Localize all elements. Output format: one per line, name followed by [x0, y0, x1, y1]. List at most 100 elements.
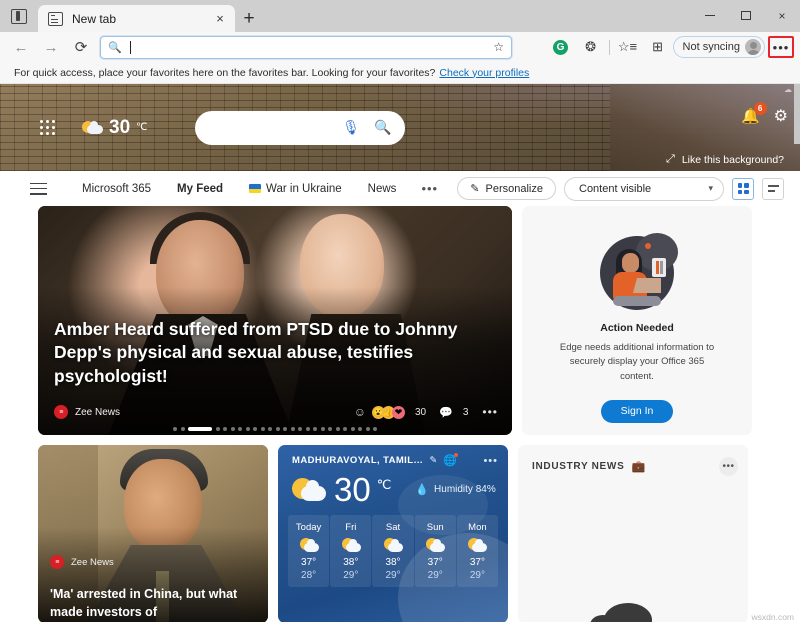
like-background-button[interactable]: ⤢ Like this background? — [666, 153, 784, 166]
comment-icon[interactable]: 💬 — [439, 406, 453, 419]
feed-tab-microsoft-365[interactable]: Microsoft 365 — [69, 183, 164, 195]
forecast-day[interactable]: Mon 37° 29° — [456, 515, 499, 587]
list-view-button[interactable] — [762, 177, 784, 200]
forecast-day[interactable]: Today 37° 28° — [288, 515, 330, 587]
personalize-button[interactable]: ✎ Personalize — [457, 177, 556, 200]
forecast-day[interactable]: Fri 38° 29° — [330, 515, 372, 587]
tab-actions-button[interactable] — [0, 0, 38, 32]
hero-temperature-unit: ℃ — [136, 122, 148, 133]
content-visibility-select[interactable]: Content visible ▾ — [564, 176, 724, 201]
hero-temperature: 30 — [109, 116, 131, 138]
forecast-high: 37° — [469, 557, 485, 568]
feed-tabs-overflow-button[interactable]: ••• — [409, 181, 450, 196]
forecast-day-label: Fri — [345, 522, 357, 533]
feed-card-weather[interactable]: MADHURAVOYAL, TAMIL… ✎ 🌐 ••• 30 ℃ 💧 Humi… — [278, 445, 508, 622]
forecast-low: 29° — [469, 570, 485, 581]
article-source[interactable]: ≡ Zee News — [50, 555, 114, 569]
comment-count: 3 — [462, 406, 469, 418]
back-button[interactable]: ← — [6, 34, 36, 60]
source-name: Zee News — [71, 556, 114, 568]
settings-and-more-button[interactable]: ••• — [768, 36, 794, 58]
search-icon: 🔍 — [108, 41, 122, 54]
hero-weather-widget[interactable]: 30 ℃ — [82, 117, 147, 139]
new-tab-button[interactable]: + — [235, 5, 263, 32]
copilot-button[interactable]: G — [546, 34, 576, 60]
browser-toolbar: ← → ⟳ 🔍 ☆ G ❂ ☆≡ ⊞ Not syncing ••• — [0, 32, 800, 62]
feed-scroll-track[interactable] — [794, 206, 800, 622]
source-name: Zee News — [75, 406, 121, 418]
toolbar-divider — [608, 39, 610, 55]
briefcase-icon: 💼 — [631, 461, 646, 473]
forecast-day[interactable]: Sun 37° 29° — [414, 515, 456, 587]
partly-sunny-icon — [467, 538, 488, 553]
article-source[interactable]: ≡ Zee News — [54, 405, 120, 419]
collections-button[interactable]: ⊞ — [643, 34, 673, 60]
add-favorite-icon[interactable]: ☆ — [493, 40, 504, 54]
address-input[interactable] — [130, 36, 494, 58]
gear-icon[interactable]: ⚙ — [774, 106, 788, 126]
partly-sunny-icon — [299, 538, 319, 553]
toolbar-actions: G ❂ ☆≡ ⊞ Not syncing ••• — [546, 34, 794, 60]
tab-title: New tab — [72, 11, 117, 26]
reaction-emojis[interactable]: 😮 👍 ❤ — [372, 405, 405, 419]
notifications-button[interactable]: 🔔 6 — [741, 101, 767, 126]
newtab-page-icon — [48, 11, 63, 26]
split-screen-button[interactable]: ❂ — [576, 34, 606, 60]
close-tab-button[interactable]: × — [211, 10, 229, 28]
feed-tab-war-in-ukraine[interactable]: War in Ukraine — [236, 183, 355, 195]
address-bar[interactable]: 🔍 ☆ — [100, 35, 512, 59]
hamburger-menu-icon[interactable] — [30, 182, 47, 195]
pencil-icon[interactable]: ✎ — [429, 455, 437, 466]
forecast-high: 38° — [385, 557, 401, 568]
maximize-button[interactable] — [728, 0, 764, 31]
source-logo-icon: ≡ — [54, 405, 68, 419]
copilot-icon: G — [553, 39, 569, 55]
close-window-button[interactable]: × — [764, 0, 800, 31]
feed-card-article-2[interactable]: ≡ Zee News 'Ma' arrested in China, but w… — [38, 445, 268, 622]
forecast-low: 28° — [301, 570, 317, 581]
source-logo-icon: ≡ — [50, 555, 64, 569]
feed-tab-label: War in Ukraine — [266, 182, 342, 195]
content-feed: Amber Heard suffered from PTSD due to Jo… — [0, 206, 800, 622]
grid-view-button[interactable] — [732, 177, 754, 200]
globe-icon[interactable]: 🌐 — [443, 453, 458, 467]
partly-sunny-icon — [82, 120, 104, 136]
person-at-laptop-illustration — [600, 233, 678, 310]
grid-view-icon — [737, 183, 749, 194]
avatar — [745, 39, 761, 55]
minimize-button[interactable] — [692, 0, 728, 31]
hero-search-box[interactable]: 🎙 🔍 — [195, 110, 406, 145]
add-reaction-icon[interactable]: ☺ — [354, 405, 366, 419]
carousel-pagination[interactable] — [38, 427, 512, 431]
humidity-label: Humidity 84% — [434, 484, 496, 495]
page-scrollbar-thumb[interactable] — [794, 84, 800, 144]
feed-navigation-bar: Microsoft 365 My Feed War in Ukraine New… — [0, 171, 800, 206]
decorative-shape — [590, 603, 652, 622]
reload-button[interactable]: ⟳ — [66, 34, 96, 60]
personalize-label: Personalize — [485, 182, 543, 195]
notification-badge: 6 — [753, 101, 767, 115]
weather-current: 30 ℃ 💧 Humidity 84% — [278, 467, 508, 506]
card-more-button[interactable]: ••• — [482, 405, 498, 419]
weather-cloud-icon: ☁ — [784, 85, 792, 94]
search-icon[interactable]: 🔍 — [374, 119, 391, 136]
feed-tab-my-feed[interactable]: My Feed — [164, 183, 236, 195]
weather-more-button[interactable]: ••• — [483, 455, 498, 467]
feed-card-office-365[interactable]: Action Needed Edge needs additional info… — [522, 206, 752, 435]
forecast-low: 29° — [385, 570, 401, 581]
forward-button[interactable]: → — [36, 34, 66, 60]
industry-news-more-button[interactable]: ••• — [719, 457, 738, 476]
forecast-day[interactable]: Sat 38° 29° — [372, 515, 414, 587]
forecast-high: 37° — [427, 557, 443, 568]
favorites-button[interactable]: ☆≡ — [613, 34, 643, 60]
feed-card-hero-article[interactable]: Amber Heard suffered from PTSD due to Jo… — [38, 206, 512, 435]
check-your-profiles-link[interactable]: Check your profiles — [439, 67, 529, 79]
feed-card-industry-news[interactable]: INDUSTRY NEWS 💼 ••• — [518, 445, 748, 622]
list-view-icon — [767, 185, 779, 192]
browser-tab[interactable]: New tab × — [38, 5, 235, 32]
sign-in-button[interactable]: Sign In — [601, 399, 673, 423]
microphone-icon[interactable]: 🎙 — [342, 119, 360, 136]
profile-button[interactable]: Not syncing — [672, 36, 765, 58]
feed-tab-news[interactable]: News — [355, 183, 410, 195]
app-launcher-icon[interactable] — [40, 119, 56, 136]
